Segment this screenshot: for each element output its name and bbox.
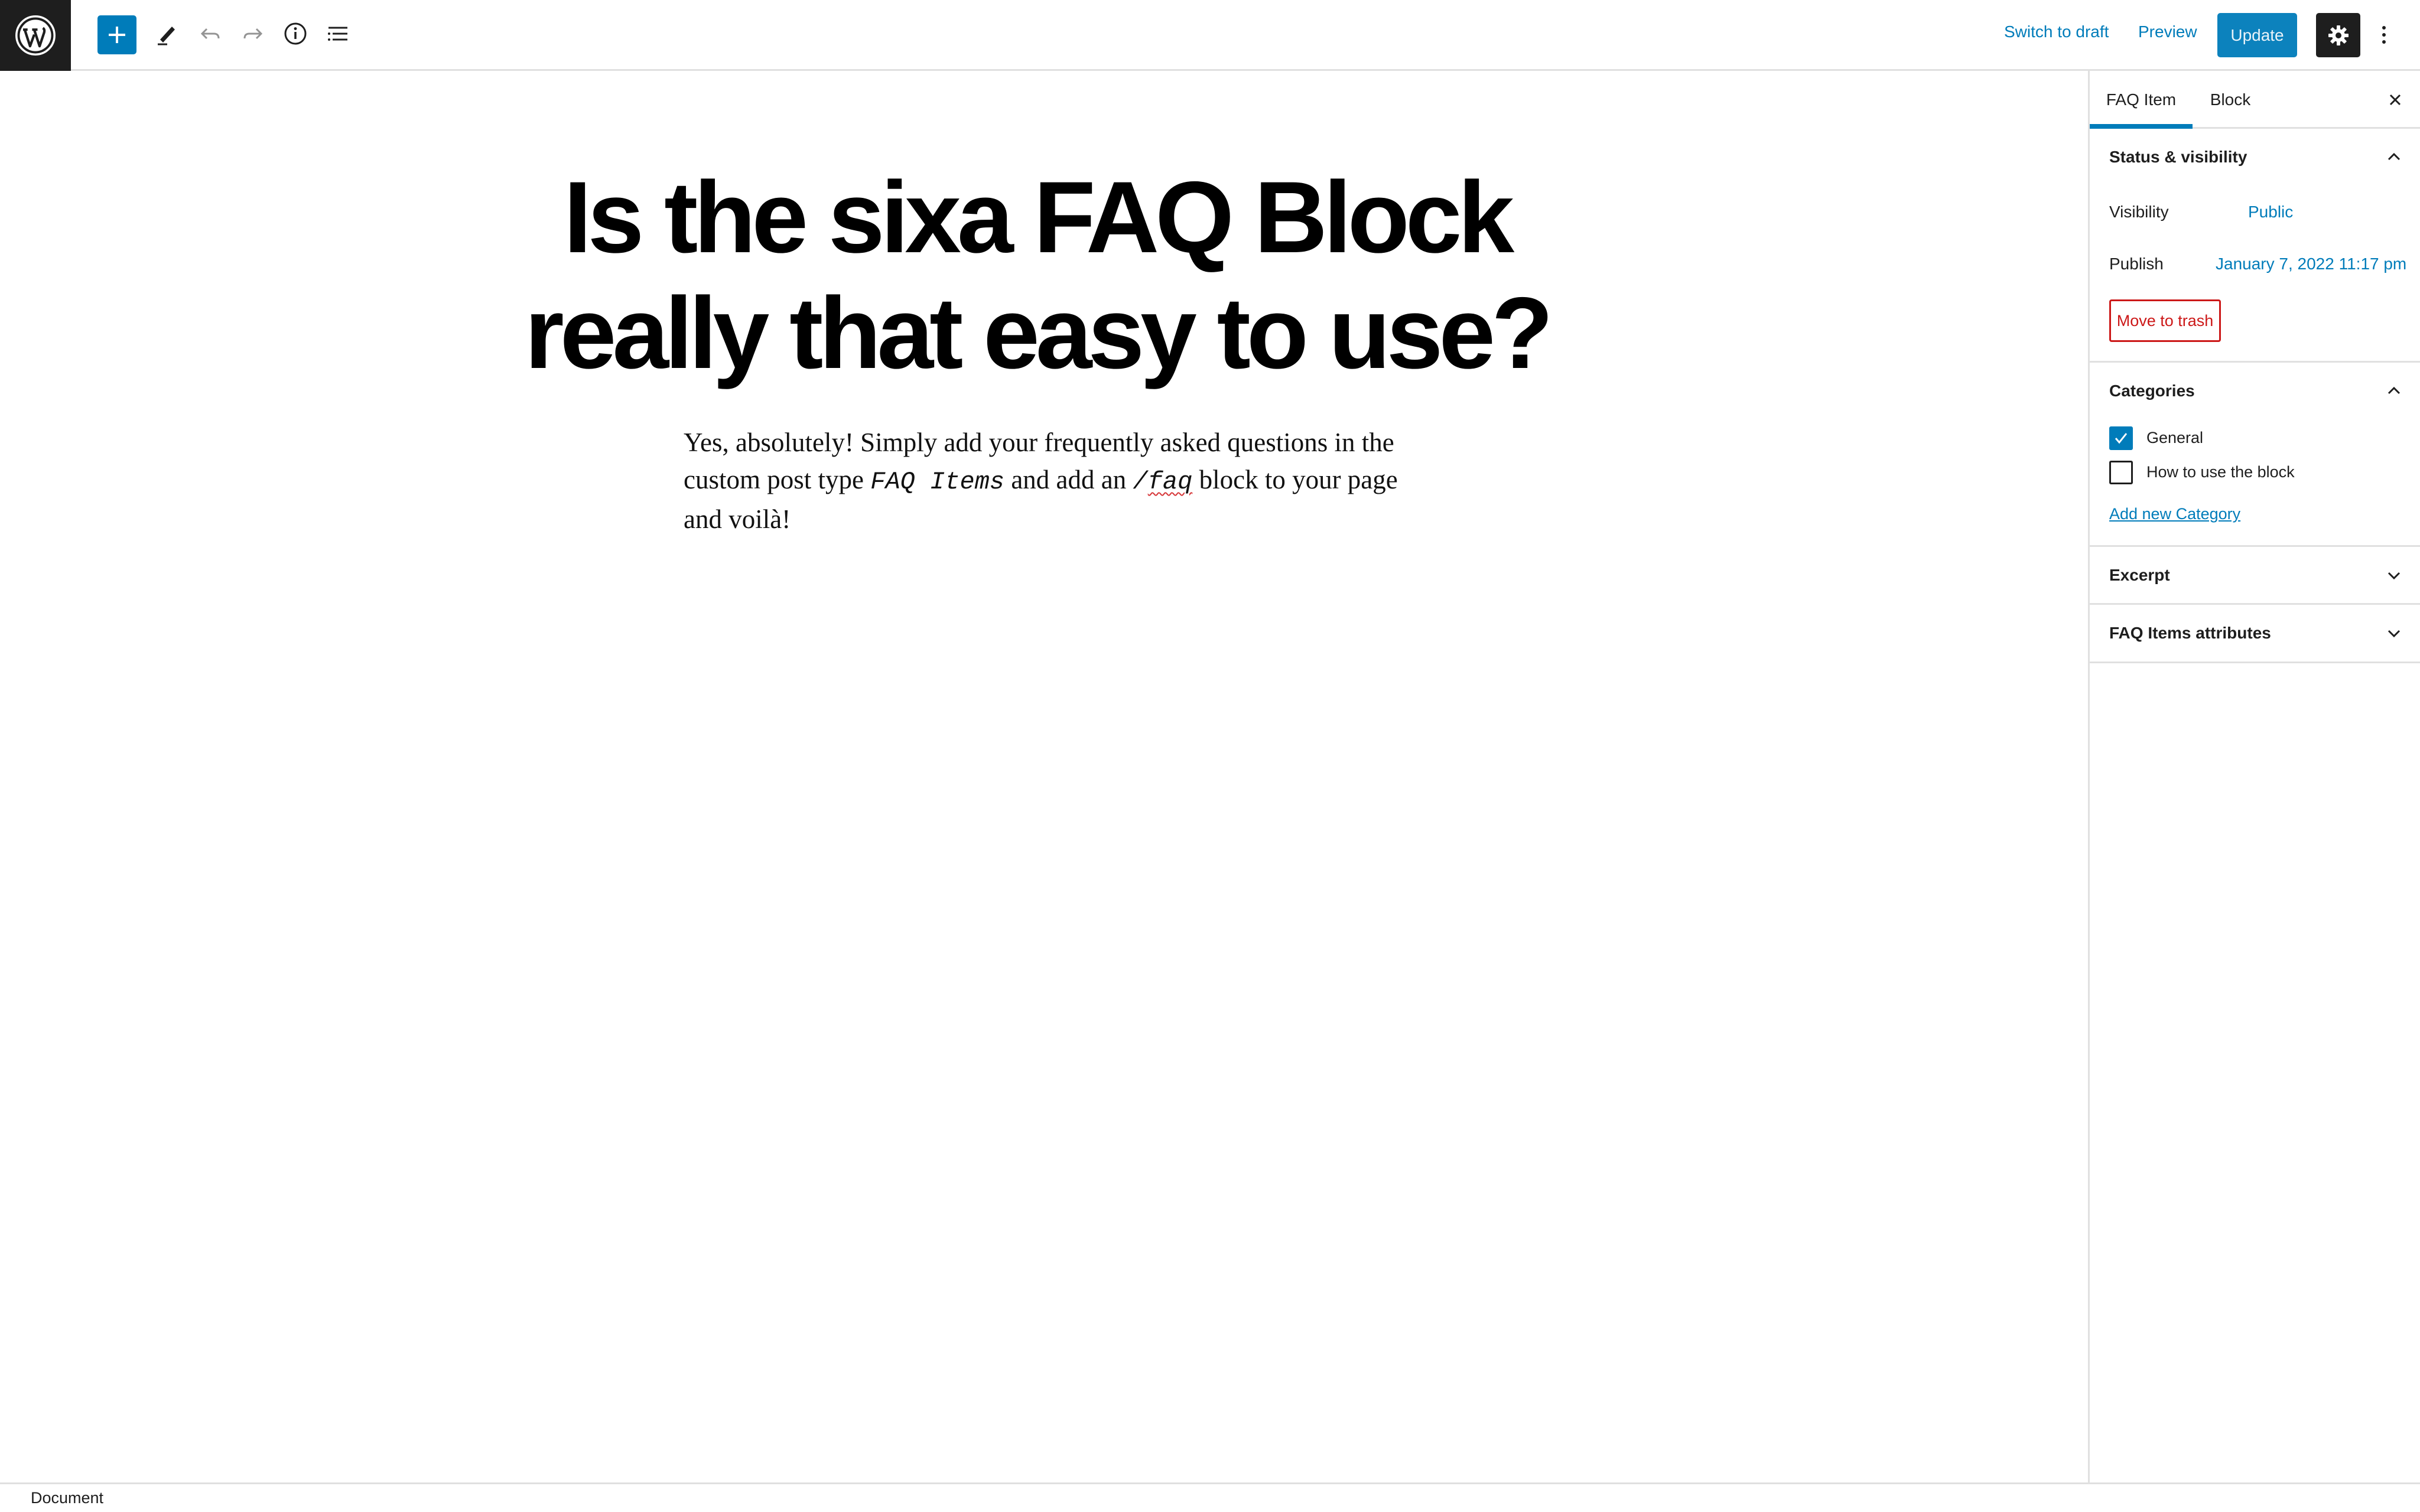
tools-button[interactable] [147,14,187,54]
plus-icon [109,27,125,43]
chevron-down-icon [2388,572,2401,580]
chevron-up-icon [2388,152,2401,161]
visibility-toggle[interactable]: Public [2248,203,2293,221]
panel-title: FAQ Items attributes [2109,624,2271,642]
panel-faq-attributes-toggle[interactable]: FAQ Items attributes [2090,607,2420,660]
breadcrumb-document[interactable]: Document [31,1489,103,1507]
switch-to-draft-button[interactable]: Switch to draft [2004,22,2109,41]
undo-button[interactable] [190,14,230,54]
panel-title: Categories [2109,382,2195,400]
settings-button[interactable] [2316,13,2360,57]
chevron-down-icon [2388,630,2401,638]
info-icon [284,22,307,45]
category-label[interactable]: General [2146,429,2203,447]
undo-icon [200,28,220,40]
post-title-line-2: really that easy to use? [524,276,1553,390]
pencil-icon [158,27,175,45]
panel-categories-toggle[interactable]: Categories [2090,364,2420,418]
redo-icon [243,28,263,40]
update-button[interactable]: Update [2217,13,2297,57]
panel-divider [2090,603,2420,605]
inline-code: /faq [1133,468,1193,496]
editor-canvas[interactable]: Is the sixa FAQ Block really that easy t… [0,71,2088,1482]
block-breadcrumb-bar: Document [0,1482,2420,1512]
panel-divider [2090,662,2420,663]
category-label[interactable]: How to use the block [2146,463,2295,481]
paragraph-text: and add an [1004,465,1133,494]
category-checkbox-general[interactable] [2109,426,2133,450]
paragraph-block[interactable]: Yes, absolutely! Simply add your frequen… [684,424,1416,538]
panel-divider [2090,545,2420,547]
spellcheck-word: faq [1147,468,1193,496]
close-sidebar-button[interactable] [2380,85,2410,115]
category-checkbox-how-to[interactable] [2109,461,2133,484]
panel-title: Status & visibility [2109,148,2247,166]
editor-header: Switch to draft Preview Update [0,0,2420,71]
post-title[interactable]: Is the sixa FAQ Block really that easy t… [496,159,1577,391]
publish-label: Publish [2109,255,2164,273]
panel-title: Excerpt [2109,566,2170,584]
inline-code-slash: / [1133,468,1148,496]
gear-icon [2328,25,2349,45]
preview-button[interactable]: Preview [2138,22,2197,41]
options-button[interactable] [2369,15,2399,54]
checkmark-icon [2115,433,2128,444]
redo-button[interactable] [233,14,273,54]
list-view-icon [328,27,347,41]
move-to-trash-button[interactable]: Move to trash [2109,299,2221,342]
details-button[interactable] [275,14,315,54]
panel-status-visibility-toggle[interactable]: Status & visibility [2090,131,2420,184]
panel-excerpt-toggle[interactable]: Excerpt [2090,549,2420,602]
tab-faq-item[interactable]: FAQ Item [2090,71,2193,129]
list-view-button[interactable] [318,14,358,54]
chevron-up-icon [2388,386,2401,395]
inline-code: FAQ Items [870,468,1005,496]
visibility-label: Visibility [2109,203,2169,221]
panel-divider [2090,361,2420,363]
add-new-category-link[interactable]: Add new Category [2109,505,2240,523]
tab-block[interactable]: Block [2193,71,2268,129]
wordpress-icon [15,15,56,56]
add-block-button[interactable] [97,15,136,54]
settings-sidebar: FAQ Item Block Status & visibility Visib… [2088,71,2420,1482]
sidebar-tabs: FAQ Item Block [2090,71,2420,129]
post-title-line-1: Is the sixa FAQ Block [563,161,1514,274]
more-vertical-icon [2382,26,2386,44]
publish-date-toggle[interactable]: January 7, 2022 11:17 pm [2216,255,2406,273]
wordpress-logo-button[interactable] [0,0,71,71]
close-icon [2389,94,2401,106]
